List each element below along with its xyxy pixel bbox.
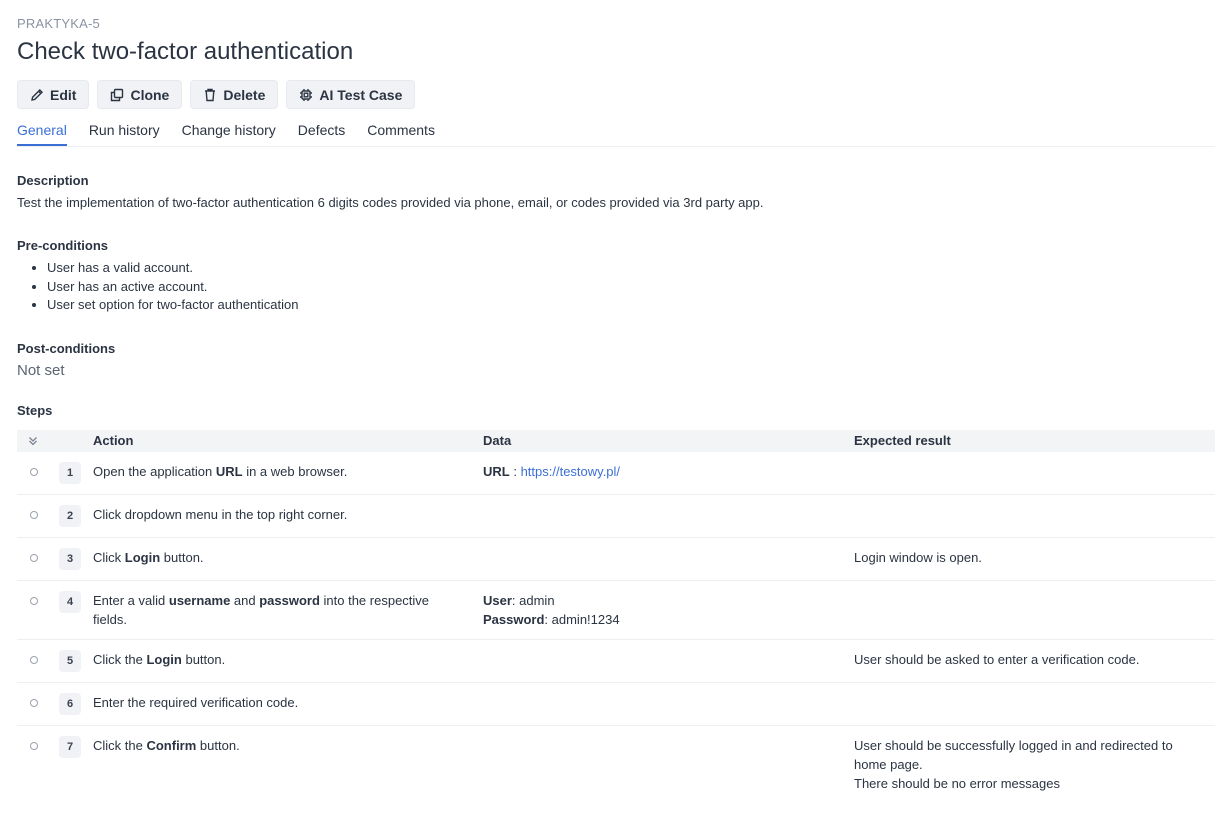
step-action: Click dropdown menu in the top right cor… (93, 494, 483, 538)
table-row[interactable]: 4 Enter a valid username and password in… (17, 580, 1215, 640)
delete-button[interactable]: Delete (190, 80, 279, 109)
edit-button[interactable]: Edit (17, 80, 90, 109)
steps-table: Action Data Expected result 1 Open the a… (17, 429, 1215, 803)
preconditions-list: User has a valid account. User has an ac… (17, 259, 1215, 315)
step-number: 6 (59, 692, 81, 715)
step-expected: Login window is open. (854, 537, 1215, 581)
tab-run-history[interactable]: Run history (89, 116, 160, 146)
pencil-icon (31, 88, 43, 101)
description-label: Description (17, 173, 89, 188)
collapse-all-toggle[interactable] (17, 430, 59, 452)
table-row[interactable]: 3 Click Login button. Login window is op… (17, 537, 1215, 581)
action-header: Action (93, 433, 134, 448)
steps-label: Steps (17, 402, 53, 418)
trash-icon (205, 88, 216, 101)
step-data: User: admin Password: admin!1234 (483, 580, 854, 640)
tab-comments[interactable]: Comments (367, 116, 435, 146)
step-number: 1 (59, 461, 81, 484)
step-action: Click the Login button. (93, 639, 483, 683)
num-header (59, 430, 93, 452)
table-row[interactable]: 7 Click the Confirm button. User should … (17, 725, 1215, 803)
ai-test-case-label: AI Test Case (319, 86, 403, 103)
step-data: URL : https://testowy.pl/ (483, 451, 854, 495)
step-expected (854, 494, 1215, 538)
copy-icon (111, 88, 124, 101)
step-number: 7 (59, 735, 81, 758)
table-row[interactable]: 1 Open the application URL in a web brow… (17, 451, 1215, 495)
step-select-radio[interactable] (30, 655, 38, 664)
step-data (483, 494, 854, 538)
clone-button[interactable]: Clone (97, 80, 183, 109)
description-text: Test the implementation of two-factor au… (17, 195, 764, 210)
step-expected (854, 451, 1215, 495)
step-data (483, 682, 854, 726)
step-select-radio[interactable] (30, 698, 38, 707)
tab-change-history[interactable]: Change history (182, 116, 276, 146)
step-select-radio[interactable] (30, 467, 38, 476)
step-expected: User should be asked to enter a verifica… (854, 639, 1215, 683)
tab-general[interactable]: General (17, 116, 67, 146)
list-item: User has an active account. (47, 278, 1215, 297)
list-item: User set option for two-factor authentic… (47, 296, 1215, 315)
toolbar: Edit Clone Delete AI Test Case (17, 80, 1215, 109)
step-expected (854, 580, 1215, 640)
edit-label: Edit (50, 86, 77, 103)
table-row[interactable]: 6 Enter the required verification code. (17, 682, 1215, 726)
step-select-radio[interactable] (30, 596, 38, 605)
step-action: Enter a valid username and password into… (93, 580, 483, 640)
step-action: Open the application URL in a web browse… (93, 451, 483, 495)
postconditions-value: Not set (17, 361, 65, 379)
list-item: User has a valid account. (47, 259, 1215, 278)
step-select-radio[interactable] (30, 553, 38, 562)
step-action: Enter the required verification code. (93, 682, 483, 726)
step-action: Click Login button. (93, 537, 483, 581)
step-number: 2 (59, 504, 81, 527)
steps-header-row: Action Data Expected result (17, 429, 1215, 452)
clone-label: Clone (130, 86, 170, 103)
tab-defects[interactable]: Defects (298, 116, 345, 146)
step-select-radio[interactable] (30, 741, 38, 750)
step-number: 3 (59, 547, 81, 570)
url-link[interactable]: https://testowy.pl/ (521, 464, 620, 479)
tab-bar: General Run history Change history Defec… (17, 116, 1215, 147)
step-number: 5 (59, 649, 81, 672)
expected-header: Expected result (854, 433, 951, 448)
step-action: Click the Confirm button. (93, 737, 240, 753)
test-case-page: PRAKTYKA-5 Check two-factor authenticati… (0, 0, 1215, 803)
preconditions-label: Pre-conditions (17, 238, 109, 253)
ai-test-case-button[interactable]: AI Test Case (286, 80, 416, 109)
case-key: PRAKTYKA-5 (17, 16, 100, 31)
delete-label: Delete (223, 86, 266, 103)
page-title: Check two-factor authentication (17, 38, 354, 65)
chevrons-down-icon (29, 436, 37, 445)
step-select-radio[interactable] (30, 510, 38, 519)
step-data (483, 537, 854, 581)
table-row[interactable]: 5 Click the Login button. User should be… (17, 639, 1215, 683)
data-header: Data (483, 433, 512, 448)
chip-icon (300, 88, 313, 101)
step-expected (854, 682, 1215, 726)
step-data (483, 639, 854, 683)
step-number: 4 (59, 590, 81, 613)
table-row[interactable]: 2 Click dropdown menu in the top right c… (17, 494, 1215, 538)
postconditions-label: Post-conditions (17, 340, 116, 356)
step-data (483, 725, 854, 803)
step-expected: User should be successfully logged in an… (854, 737, 1173, 791)
